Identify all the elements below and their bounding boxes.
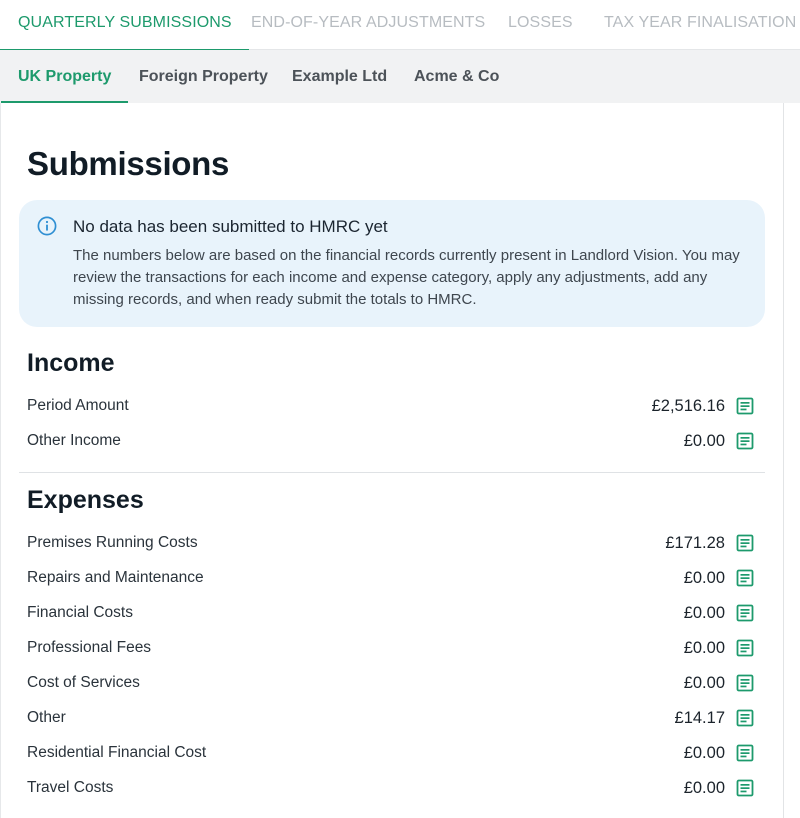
expense-row-amount: £0.00: [683, 639, 725, 657]
document-list-icon[interactable]: [736, 779, 754, 797]
tab-label: QUARTERLY SUBMISSIONS: [18, 14, 232, 31]
income-row-amount: £2,516.16: [651, 397, 725, 415]
tab-label: TAX YEAR FINALISATION: [604, 14, 797, 31]
tab-label: END-OF-YEAR ADJUSTMENTS: [251, 14, 486, 31]
right-gutter: [784, 103, 800, 818]
info-icon: [37, 216, 57, 236]
tab-example-ltd[interactable]: Example Ltd: [292, 50, 387, 103]
document-list-icon[interactable]: [736, 397, 754, 415]
expense-row-label: Professional Fees: [27, 639, 152, 656]
tab-uk-property[interactable]: UK Property: [1, 50, 129, 103]
expense-row-amount: £14.17: [674, 709, 725, 727]
expense-row-amount: £171.28: [665, 534, 725, 552]
tab-quarterly-submissions[interactable]: QUARTERLY SUBMISSIONS: [0, 0, 249, 51]
tab-label: Foreign Property: [139, 68, 268, 85]
document-list-icon[interactable]: [736, 639, 754, 657]
tab-label: Example Ltd: [292, 68, 388, 85]
tab-tax-year-finalisation[interactable]: TAX YEAR FINALISATION: [604, 0, 796, 50]
expenses-heading: Expenses: [27, 486, 144, 514]
income-row-label: Other Income: [27, 432, 121, 449]
tab-foreign-property[interactable]: Foreign Property: [139, 50, 268, 103]
tab-losses[interactable]: LOSSES: [508, 0, 573, 50]
page-title: Submissions: [27, 145, 230, 182]
expense-row-amount: £0.00: [683, 744, 725, 762]
tab-label: Acme & Co: [414, 68, 500, 85]
tab-label: LOSSES: [508, 14, 573, 31]
expense-row-amount: £0.00: [683, 604, 725, 622]
document-list-icon[interactable]: [736, 744, 754, 762]
document-list-icon[interactable]: [736, 432, 754, 450]
info-banner-body: The numbers below are based on the finan…: [73, 247, 740, 308]
info-banner-title: No data has been submitted to HMRC yet: [73, 217, 388, 236]
document-list-icon[interactable]: [736, 534, 754, 552]
document-list-icon[interactable]: [736, 569, 754, 587]
document-list-icon[interactable]: [736, 674, 754, 692]
tab-label: UK Property: [18, 68, 112, 85]
expense-row-label: Repairs and Maintenance: [27, 569, 204, 586]
expense-row-amount: £0.00: [683, 674, 725, 692]
expense-row-label: Other: [27, 709, 66, 726]
property-tab-bar: UK Property Foreign Property Example Ltd…: [0, 50, 800, 103]
expense-row-label: Premises Running Costs: [27, 534, 198, 551]
tab-end-of-year-adjustments[interactable]: END-OF-YEAR ADJUSTMENTS: [251, 0, 485, 50]
document-list-icon[interactable]: [736, 709, 754, 727]
expense-row-label: Financial Costs: [27, 604, 133, 621]
section-divider: [19, 472, 765, 473]
income-heading: Income: [27, 349, 115, 377]
expense-row-label: Cost of Services: [27, 674, 140, 691]
expense-row-amount: £0.00: [683, 569, 725, 587]
expense-row-label: Residential Financial Cost: [27, 744, 207, 761]
expense-row-label: Travel Costs: [27, 779, 114, 796]
top-tab-bar: QUARTERLY SUBMISSIONS END-OF-YEAR ADJUST…: [0, 0, 800, 51]
tab-acme-and-co[interactable]: Acme & Co: [414, 50, 499, 103]
income-row-label: Period Amount: [27, 397, 129, 414]
document-list-icon[interactable]: [736, 604, 754, 622]
income-row-amount: £0.00: [683, 432, 725, 450]
expense-row-amount: £0.00: [683, 779, 725, 797]
